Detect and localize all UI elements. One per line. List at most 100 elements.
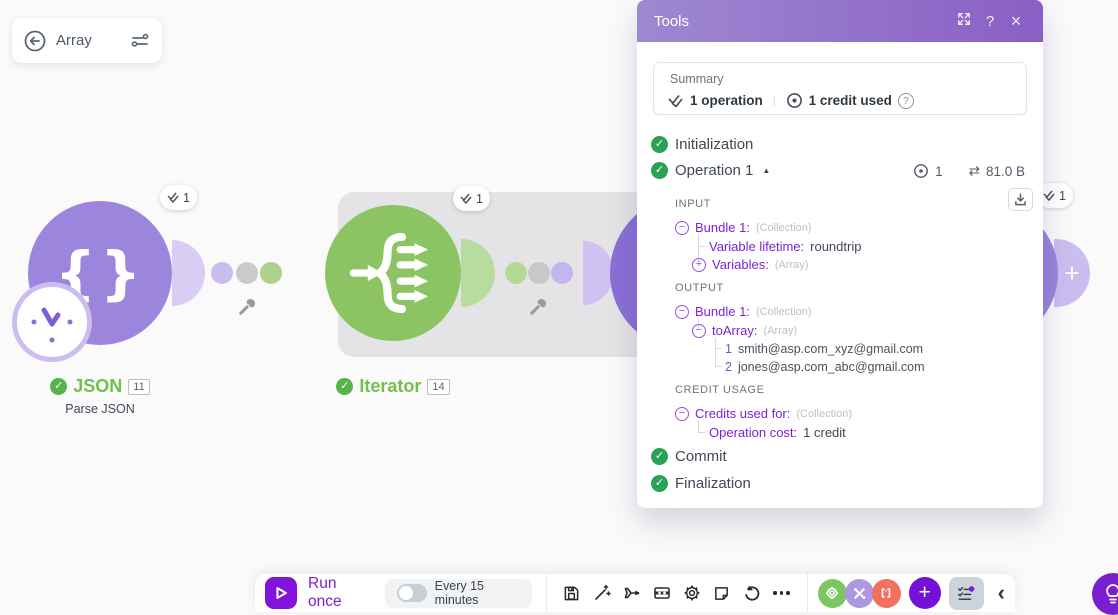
input-bundle-row: − Bundle 1: (Collection): [675, 220, 812, 235]
row-finalization[interactable]: ✓ Finalization: [651, 475, 751, 492]
connection-dot: [528, 262, 550, 284]
help-icon[interactable]: ?: [977, 13, 1003, 30]
input-variables-row: + Variables: (Array): [692, 257, 808, 272]
collapse-minus-icon[interactable]: −: [675, 406, 689, 421]
collapse-toolbar-chevron[interactable]: ‹: [998, 580, 1005, 606]
iterator-icon: [349, 232, 429, 314]
brackets-button[interactable]: [871, 578, 901, 608]
connection-wrench-icon[interactable]: [238, 297, 257, 321]
credits-icon: [786, 93, 802, 108]
play-icon: [276, 587, 287, 599]
add-module-button[interactable]: +: [1054, 239, 1090, 307]
breadcrumb-card: Array: [12, 18, 162, 63]
double-check-icon: [668, 94, 683, 107]
connection-dot: [551, 262, 573, 284]
expand-icon[interactable]: [951, 12, 977, 30]
connection-dot: [505, 262, 527, 284]
tools-button[interactable]: [844, 578, 874, 608]
schedule-toggle[interactable]: Every 15 minutes: [384, 578, 532, 608]
double-check-icon: [460, 193, 472, 204]
plus-icon: +: [918, 581, 931, 604]
add-button[interactable]: +: [908, 577, 941, 609]
panel-title: Tools: [654, 12, 690, 30]
close-icon[interactable]: ×: [1003, 11, 1029, 32]
credits-count: 1 credit used: [808, 93, 892, 108]
collapse-minus-icon[interactable]: −: [692, 323, 706, 338]
connection-dot: [236, 262, 258, 284]
airplane-button[interactable]: [617, 578, 647, 608]
controls-button[interactable]: [647, 578, 677, 608]
module-json-subtitle: Parse JSON: [65, 402, 135, 416]
collapse-minus-icon[interactable]: −: [675, 220, 689, 235]
module-success-check-icon: ✓: [50, 378, 68, 395]
success-check-icon: ✓: [651, 162, 668, 179]
credits-help-icon[interactable]: ?: [897, 92, 914, 109]
credit-cost-row: Operation cost: 1 credit: [709, 425, 846, 440]
notes-button[interactable]: [707, 578, 737, 608]
output-bundle-row: − Bundle 1: (Collection): [675, 304, 812, 319]
row-initialization[interactable]: ✓ Initialization: [651, 136, 753, 153]
data-size: 81.0 B: [985, 163, 1025, 179]
double-check-icon: [1043, 190, 1055, 201]
row-commit[interactable]: ✓ Commit: [651, 448, 727, 465]
operations-count: 1 operation: [690, 93, 763, 108]
output-section-label: OUTPUT: [675, 282, 724, 294]
success-check-icon: ✓: [651, 475, 668, 492]
collapse-caret-icon: ▲: [762, 166, 771, 175]
module-success-check-icon: ✓: [336, 378, 354, 395]
collapse-minus-icon[interactable]: −: [675, 304, 689, 319]
run-once-label[interactable]: Run once: [308, 575, 369, 611]
hints-lightbulb-button[interactable]: [1092, 573, 1118, 615]
module-json-output-port: [172, 240, 205, 306]
run-once-button[interactable]: [265, 577, 297, 609]
download-button[interactable]: [1008, 188, 1033, 211]
module-iterator-operations-badge[interactable]: 1: [453, 186, 490, 211]
magic-wand-button[interactable]: [587, 578, 617, 608]
module-json-label: ✓ JSON 11: [0, 376, 200, 397]
input-section-label: INPUT: [675, 198, 711, 210]
expand-plus-icon[interactable]: +: [692, 257, 706, 272]
summary-card: Summary 1 operation | 1 credit used ?: [653, 62, 1027, 115]
schedule-switch[interactable]: [396, 584, 427, 602]
bottom-toolbar: Run once Every 15 minutes + ‹: [255, 574, 1015, 612]
module-json-operations-badge[interactable]: 1: [160, 185, 197, 210]
schedule-clock-badge[interactable]: [12, 282, 92, 362]
settings-gear-button[interactable]: [677, 578, 707, 608]
breadcrumb-label: Array: [56, 32, 92, 49]
success-check-icon: ✓: [651, 136, 668, 153]
download-icon: [1015, 193, 1026, 206]
save-button[interactable]: [557, 578, 587, 608]
back-arrow-icon[interactable]: [24, 30, 46, 52]
more-options-button[interactable]: [767, 578, 797, 608]
operations-eye-icon: [914, 164, 929, 178]
credit-used-row: − Credits used for: (Collection): [675, 406, 852, 421]
lightbulb-icon: [1106, 584, 1118, 604]
operation-count: 1: [935, 163, 943, 179]
module-iterator-label: ✓ Iterator 14: [293, 376, 493, 397]
connection-dot: [211, 262, 233, 284]
apps-gear-button[interactable]: [817, 578, 847, 608]
undo-button[interactable]: [737, 578, 767, 608]
input-lifetime-row: Variable lifetime: roundtrip: [709, 239, 862, 254]
module-iterator[interactable]: [325, 205, 461, 341]
filter-sliders-icon[interactable]: [130, 31, 150, 51]
summary-label: Summary: [670, 72, 724, 86]
connection-dot: [260, 262, 282, 284]
checklist-icon: [958, 585, 975, 600]
operation-meta: 1 ⇄ 81.0 B: [913, 163, 1025, 179]
ellipsis-icon: [773, 591, 790, 595]
tools-panel-header: Tools ? ×: [637, 0, 1043, 42]
execution-log-toggle[interactable]: [948, 576, 984, 610]
double-check-icon: [167, 192, 179, 203]
credit-section-label: CREDIT USAGE: [675, 384, 765, 396]
success-check-icon: ✓: [651, 448, 668, 465]
connection-wrench-icon[interactable]: [529, 297, 548, 321]
row-operation-1[interactable]: ✓ Operation 1 ▲: [651, 162, 770, 179]
output-item: 2 jones@asp.com_abc@gmail.com: [725, 360, 925, 374]
clock-icon: [31, 307, 73, 343]
schedule-label: Every 15 minutes: [434, 579, 484, 607]
tools-panel: Tools ? × Summary 1 operation | 1 credit…: [637, 0, 1043, 508]
plus-icon: +: [1064, 257, 1080, 288]
output-item: 1 smith@asp.com_xyz@gmail.com: [725, 342, 924, 356]
output-array-row: − toArray: (Array): [692, 323, 797, 338]
